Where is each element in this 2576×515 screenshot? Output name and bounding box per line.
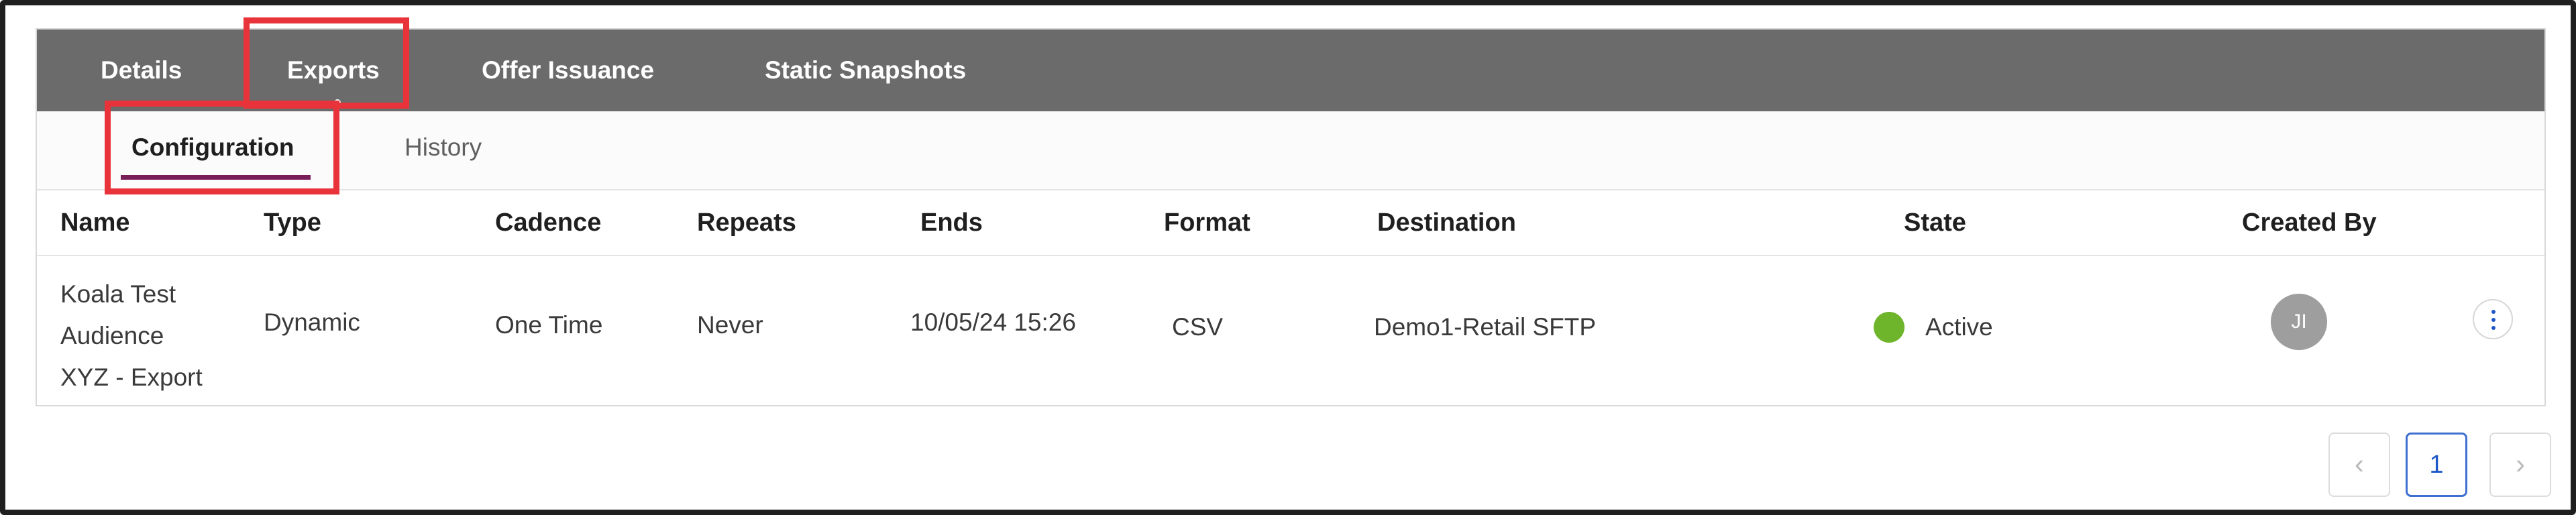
table-header: Name Type Cadence Repeats Ends Format De… [37, 190, 2544, 256]
next-page-button[interactable]: › [2489, 433, 2551, 497]
subtab-history[interactable]: History [405, 111, 482, 190]
column-header-type[interactable]: Type [264, 190, 321, 255]
cadence-cell: One Time [495, 311, 603, 339]
tab-exports[interactable]: Exports [287, 30, 380, 111]
previous-page-button[interactable]: ‹ [2328, 433, 2390, 497]
export-name-line: XYZ - Export [60, 363, 203, 391]
more-actions-icon[interactable] [2473, 299, 2513, 339]
state-cell: Active [1925, 313, 1993, 341]
export-name-cell[interactable]: Koala Test Audience XYZ - Export [60, 274, 203, 398]
table-row[interactable]: Koala Test Audience XYZ - Export Dynamic… [37, 256, 2544, 408]
tab-details[interactable]: Details [101, 30, 182, 111]
destination-cell: Demo1-Retail SFTP [1374, 313, 1597, 341]
active-subtab-underline [121, 175, 311, 180]
audience-detail-panel: Details Exports Offer Issuance Static Sn… [36, 28, 2546, 406]
column-header-created-by[interactable]: Created By [2242, 190, 2377, 255]
column-header-destination[interactable]: Destination [1377, 190, 1516, 255]
type-cell: Dynamic [264, 308, 360, 336]
sub-tab-bar: Configuration History [37, 111, 2544, 190]
tab-offer-issuance[interactable]: Offer Issuance [482, 30, 654, 111]
active-tab-indicator [334, 99, 341, 106]
export-name-line: Koala Test [60, 280, 176, 308]
column-header-state[interactable]: State [1904, 190, 1966, 255]
column-header-ends[interactable]: Ends [920, 190, 983, 255]
tab-static-snapshots[interactable]: Static Snapshots [765, 30, 966, 111]
column-header-name[interactable]: Name [60, 190, 130, 255]
column-header-format[interactable]: Format [1164, 190, 1250, 255]
column-header-repeats[interactable]: Repeats [697, 190, 796, 255]
format-cell: CSV [1172, 313, 1224, 341]
export-name-line: Audience [60, 322, 164, 349]
avatar: JI [2271, 294, 2327, 350]
repeats-cell: Never [697, 311, 763, 339]
ends-cell: 10/05/24 15:26 [910, 308, 1076, 336]
current-page-button[interactable]: 1 [2406, 433, 2467, 497]
screenshot-frame: Details Exports Offer Issuance Static Sn… [0, 0, 2576, 515]
top-tab-bar: Details Exports Offer Issuance Static Sn… [37, 30, 2544, 111]
active-status-dot-icon [1874, 312, 1904, 343]
column-header-cadence[interactable]: Cadence [495, 190, 601, 255]
